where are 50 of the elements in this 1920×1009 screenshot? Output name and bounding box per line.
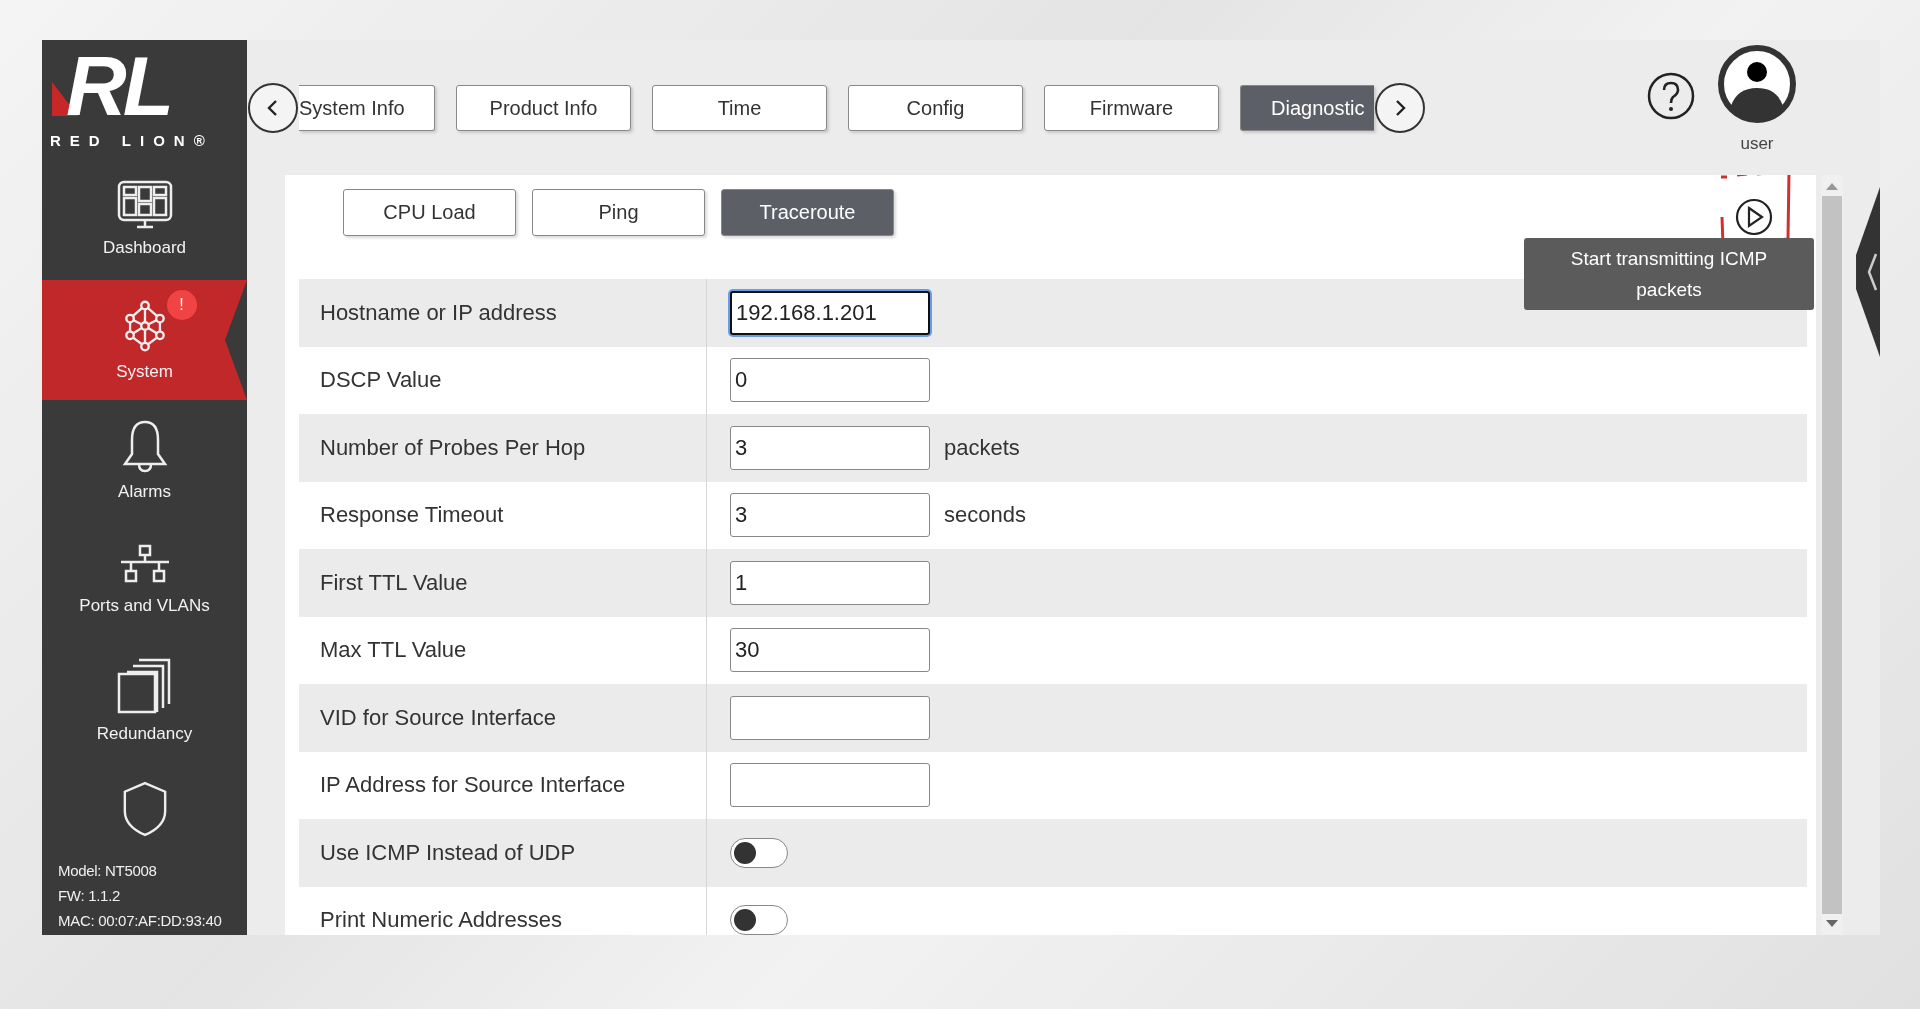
- scroll-down-icon[interactable]: [1826, 920, 1839, 927]
- subtab[interactable]: Traceroute: [721, 189, 894, 236]
- nav-label: Redundancy: [96, 724, 193, 744]
- toggle-switch[interactable]: [730, 905, 788, 935]
- tab[interactable]: Time: [652, 85, 827, 131]
- device-info: FW: 1.1.2: [58, 886, 122, 906]
- field-label: Number of Probes Per Hop: [299, 414, 707, 482]
- nav-label: System: [116, 362, 173, 382]
- field-label: Use ICMP Instead of UDP: [299, 819, 707, 887]
- device-info: MAC: 00:07:AF:DD:93:40: [58, 911, 223, 931]
- alert-badge: !: [166, 290, 197, 320]
- user-avatar-icon[interactable]: [1717, 44, 1797, 124]
- input-field[interactable]: [730, 695, 930, 740]
- input-field[interactable]: 1: [730, 560, 930, 605]
- input-field[interactable]: 30: [730, 628, 930, 673]
- nav-item[interactable]: Redundancy: [42, 640, 247, 760]
- field-label: Hostname or IP address: [299, 279, 707, 347]
- input-field[interactable]: 0: [730, 358, 930, 403]
- input-field[interactable]: [730, 763, 930, 808]
- input-field[interactable]: 192.168.1.201: [730, 290, 930, 335]
- unit-label: seconds: [944, 502, 1026, 529]
- nav-label: Dashboard: [102, 238, 187, 258]
- nav-item[interactable]: ! System: [42, 280, 247, 400]
- nav-item[interactable]: Alarms: [42, 400, 247, 520]
- input-field[interactable]: 3: [730, 425, 930, 470]
- input-field[interactable]: 3: [730, 493, 930, 538]
- next-button[interactable]: [1375, 83, 1425, 133]
- play-button[interactable]: [1734, 197, 1774, 237]
- tab[interactable]: System Info: [299, 85, 435, 131]
- field-label: Print Numeric Addresses: [299, 886, 707, 935]
- subtab[interactable]: Ping: [532, 189, 705, 236]
- nav-label: Ports and VLANs: [79, 596, 210, 616]
- tab[interactable]: Firmware: [1044, 85, 1219, 131]
- toggle-switch[interactable]: [730, 837, 788, 868]
- tab[interactable]: Product Info: [456, 85, 631, 131]
- nav-label: Alarms: [118, 482, 171, 502]
- nav-item[interactable]: Dashboard: [42, 158, 247, 280]
- tooltip: Start transmitting ICMP packets: [1524, 238, 1814, 310]
- device-info: Model: NT5008: [58, 861, 158, 881]
- logo: RL RED LION®: [49, 40, 215, 151]
- field-label: First TTL Value: [299, 549, 707, 617]
- subtab[interactable]: CPU Load: [343, 189, 516, 236]
- help-icon[interactable]: [1647, 72, 1695, 120]
- field-label: VID for Source Interface: [299, 684, 707, 752]
- unit-label: packets: [944, 434, 1020, 461]
- nav-item[interactable]: Ports and VLANs: [42, 520, 247, 640]
- user-name: user: [1740, 134, 1774, 154]
- previous-button[interactable]: [248, 83, 298, 133]
- tab[interactable]: Config: [848, 85, 1023, 131]
- tab[interactable]: Diagnostic: [1240, 85, 1374, 131]
